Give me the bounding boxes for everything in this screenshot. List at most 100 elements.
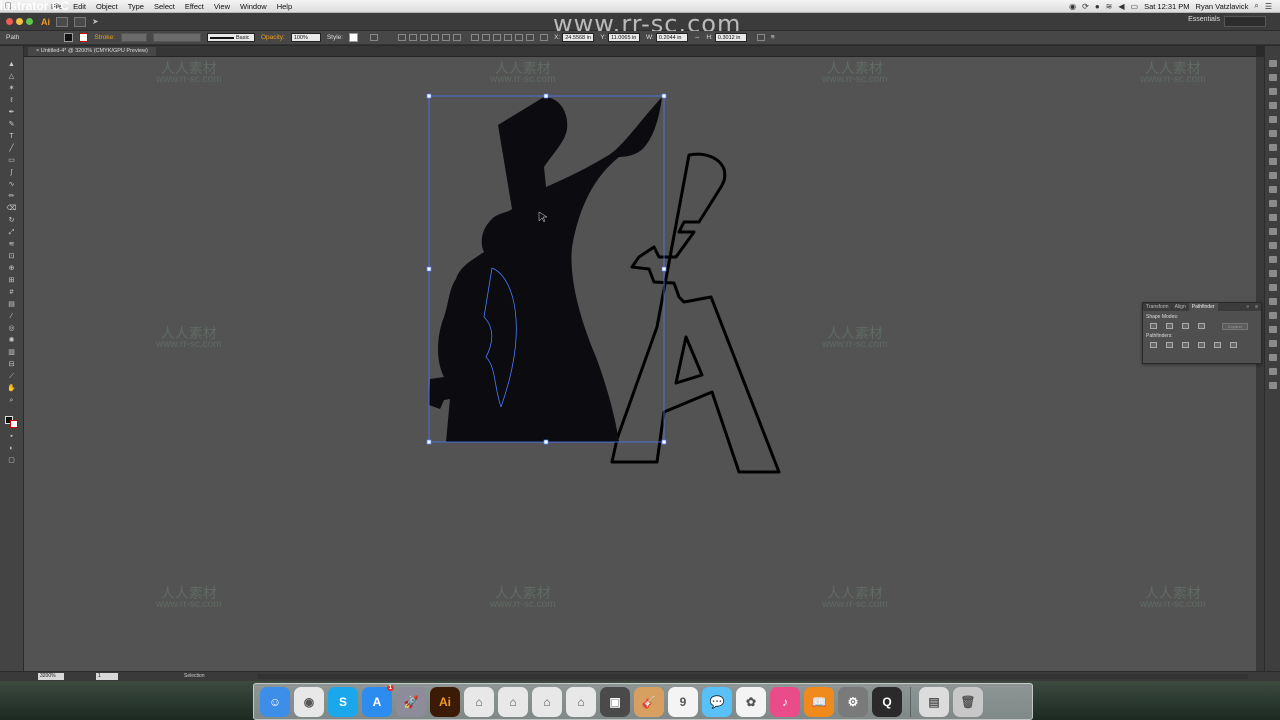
isolate-object-icon[interactable] (756, 34, 765, 41)
dock-app-trash[interactable]: 🗑 (953, 686, 983, 717)
zoom-level-field[interactable]: 3200% (38, 673, 64, 680)
magic-wand-tool-icon[interactable]: ✶ (6, 84, 17, 93)
crop-button[interactable] (1198, 342, 1205, 348)
rectangle-tool-icon[interactable]: ▭ (6, 156, 17, 165)
stroke-weight-field[interactable] (120, 33, 147, 42)
artboard-tool-icon[interactable]: ⊟ (6, 360, 17, 369)
graphic-style-swatch[interactable] (349, 33, 359, 42)
outlined-letter-a-shape[interactable] (610, 152, 781, 474)
menu-type[interactable]: Type (123, 2, 149, 11)
libraries-panel-icon[interactable] (1269, 228, 1277, 235)
color-panel-icon[interactable] (1269, 60, 1277, 67)
tab-pathfinder[interactable]: Pathfinder (1188, 303, 1218, 311)
eyedropper-tool-icon[interactable]: ⁄ (6, 312, 17, 321)
dock-app-messages[interactable]: 💬 (702, 686, 732, 717)
dock-app-ibooks[interactable]: 📖 (804, 686, 834, 717)
handle-bottom-left[interactable] (426, 439, 432, 445)
column-graph-tool-icon[interactable]: ▥ (6, 348, 17, 357)
distribute-left-icon[interactable] (504, 34, 513, 41)
opacity-label[interactable]: Opacity: (261, 34, 285, 41)
record-icon[interactable]: ● (1095, 2, 1100, 11)
zoom-tool-icon[interactable]: ⌕ (6, 396, 17, 405)
align-left-icon[interactable] (398, 34, 407, 41)
battery-icon[interactable]: ▭ (1131, 2, 1139, 11)
fill-swatch[interactable] (64, 33, 74, 42)
handle-top-right[interactable] (661, 93, 667, 99)
horizontal-scrollbar[interactable] (258, 674, 1248, 679)
dock-app-photos[interactable]: ✿ (736, 686, 766, 717)
pathfinder-panel-icon[interactable] (1269, 298, 1277, 305)
align-middle-icon[interactable] (442, 34, 451, 41)
brush-definition[interactable]: Basic (206, 33, 255, 42)
dock-app-app-store[interactable]: A1 (362, 684, 394, 717)
dock-app-documents[interactable]: ▤ (919, 686, 949, 717)
rotate-tool-icon[interactable]: ↻ (6, 216, 17, 225)
opentype-panel-icon[interactable] (1269, 340, 1277, 347)
unite-button[interactable] (1150, 323, 1157, 329)
dock-app-doc-3[interactable]: ⌂ (532, 686, 562, 717)
dock-app-doc-1[interactable]: ⌂ (464, 686, 494, 717)
wifi-icon[interactable]: ≋ (1106, 2, 1113, 11)
merge-button[interactable] (1182, 342, 1189, 348)
stroke-color-icon[interactable] (10, 420, 18, 428)
stroke-swatch[interactable] (79, 33, 89, 42)
slice-tool-icon[interactable]: ⟋ (6, 372, 17, 381)
gradient-panel-icon[interactable] (1269, 172, 1277, 179)
search-stock-input[interactable] (1224, 16, 1266, 27)
menu-effect[interactable]: Effect (180, 2, 209, 11)
menu-view[interactable]: View (209, 2, 235, 11)
tab-align[interactable]: Align (1172, 303, 1189, 311)
spotlight-search-icon[interactable]: ⌕ (1254, 1, 1258, 11)
menu-help[interactable]: Help (272, 2, 297, 11)
dock-app-itunes[interactable]: ♪ (770, 686, 800, 717)
close-window-icon[interactable] (6, 18, 13, 25)
vertical-scrollbar[interactable] (1256, 57, 1264, 671)
handle-middle-right[interactable] (661, 266, 667, 272)
align-bottom-icon[interactable] (453, 34, 462, 41)
dock-app-illustrator[interactable]: Ai (430, 686, 460, 717)
dock-app-skype[interactable]: S (328, 686, 358, 717)
swatches-panel-icon[interactable] (1269, 88, 1277, 95)
dock-app-doc-4[interactable]: ⌂ (566, 686, 596, 717)
handle-top-left[interactable] (426, 93, 432, 99)
color-guide-icon[interactable] (1269, 74, 1277, 81)
divide-button[interactable] (1150, 342, 1157, 348)
blend-tool-icon[interactable]: ◎ (6, 324, 17, 333)
recolor-icon[interactable] (370, 34, 379, 41)
type-tool-icon[interactable]: T (6, 132, 17, 141)
dock-app-quicktime[interactable]: Q (872, 686, 902, 717)
symbols-panel-icon[interactable] (1269, 116, 1277, 123)
menu-window[interactable]: Window (235, 2, 272, 11)
shaper-tool-icon[interactable]: ∿ (6, 180, 17, 189)
dock-app-system-preferences[interactable]: ⚙ (838, 686, 868, 717)
hand-tool-icon[interactable]: ✋ (6, 384, 17, 393)
document-tab[interactable]: × Untitled-4* @ 3200% (CMYK/GPU Preview) (28, 47, 156, 56)
outline-button[interactable] (1214, 342, 1221, 348)
align-panel-icon[interactable] (1269, 270, 1277, 277)
drawing-mode-icon[interactable]: ◐ (6, 444, 17, 453)
volume-icon[interactable]: ◀ (1118, 2, 1124, 11)
opacity-field[interactable]: 100% (290, 33, 321, 42)
tab-transform[interactable]: Transform (1143, 303, 1172, 311)
expand-button[interactable]: Expand (1222, 323, 1248, 330)
dock-app-photo-booth[interactable]: ▣ (600, 686, 630, 717)
handle-middle-left[interactable] (426, 266, 432, 272)
graphic-styles-icon[interactable] (1269, 130, 1277, 137)
menu-select[interactable]: Select (149, 2, 180, 11)
appearance-panel-icon[interactable] (1269, 144, 1277, 151)
dock-app-launchpad[interactable]: 🚀 (396, 686, 426, 717)
intersect-button[interactable] (1182, 323, 1189, 329)
dock-app-garageband[interactable]: 🎸 (634, 686, 664, 717)
minus-back-button[interactable] (1230, 342, 1237, 348)
minimize-window-icon[interactable] (16, 18, 23, 25)
free-transform-tool-icon[interactable]: ⊡ (6, 252, 17, 261)
curvature-tool-icon[interactable]: ✎ (6, 120, 17, 129)
distribute-hcenter-icon[interactable] (515, 34, 524, 41)
scale-tool-icon[interactable]: ⤢ (6, 228, 17, 237)
panel-menu-icon[interactable]: ≡ (1252, 303, 1261, 311)
glyphs-panel-icon[interactable] (1269, 368, 1277, 375)
control-panel-menu-icon[interactable]: ≡ (771, 34, 775, 41)
align-top-icon[interactable] (431, 34, 440, 41)
creative-cloud-icon[interactable]: ◉ (1069, 2, 1076, 11)
perspective-grid-tool-icon[interactable]: ⊞ (6, 276, 17, 285)
